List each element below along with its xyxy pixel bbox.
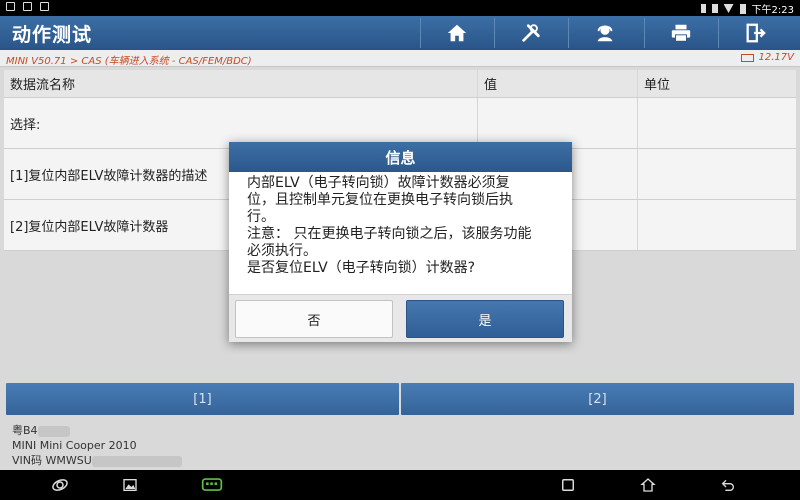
info-dialog: 信息 内部ELV（电子转向锁）故障计数器必须复 位，且控制单元复位在更换电子转向…	[229, 142, 572, 342]
yes-button[interactable]: 是	[406, 300, 564, 338]
dialog-line: 注意： 只在更换电子转向锁之后，该服务功能	[247, 226, 532, 242]
dialog-line: 位，且控制单元复位在更换电子转向锁后执	[247, 192, 513, 208]
dialog-line: 内部ELV（电子转向锁）故障计数器必须复	[247, 175, 510, 191]
dialog-line: 是否复位ELV（电子转向锁）计数器?	[247, 260, 476, 276]
dialog-title: 信息	[229, 142, 572, 172]
dialog-button-bar: 否 是	[229, 294, 572, 342]
dialog-line: 必须执行。	[247, 243, 317, 259]
no-button[interactable]: 否	[235, 300, 393, 338]
dialog-message: 内部ELV（电子转向锁）故障计数器必须复 位，且控制单元复位在更换电子转向锁后执…	[229, 172, 572, 292]
modal-overlay: 信息 内部ELV（电子转向锁）故障计数器必须复 位，且控制单元复位在更换电子转向…	[0, 0, 800, 500]
dialog-line: 行。	[247, 209, 275, 225]
